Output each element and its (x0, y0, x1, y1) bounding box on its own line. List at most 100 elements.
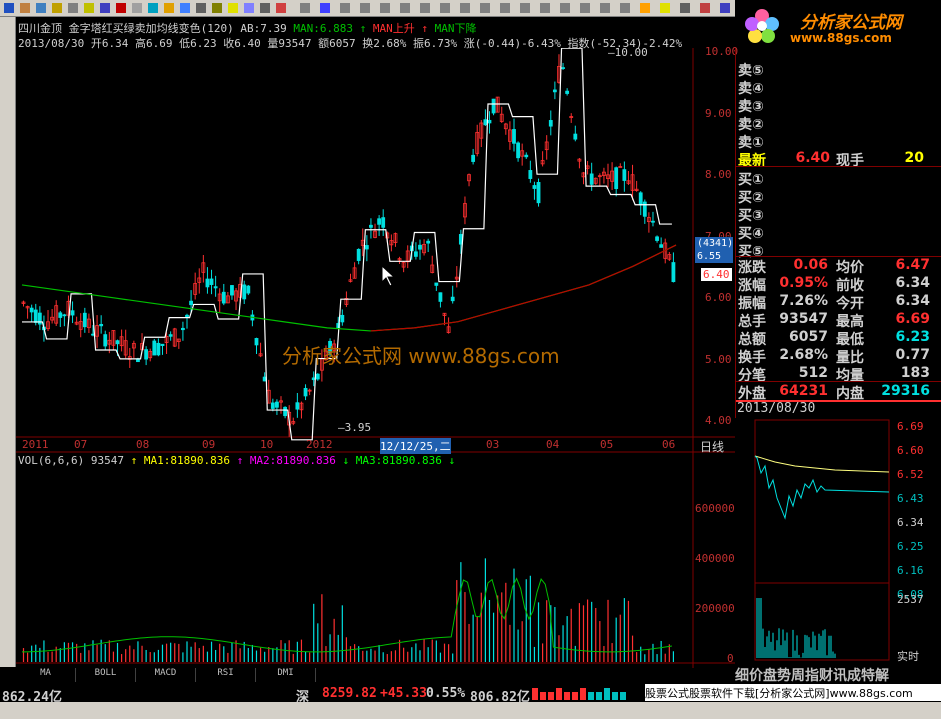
flag-icon (620, 3, 630, 13)
grid-icon (36, 3, 46, 13)
vol-label: VOL(6,6,6) 93547 (18, 454, 124, 467)
left-scrollbar[interactable] (0, 17, 16, 667)
stat-label: 今开 (836, 296, 864, 312)
ad-banner[interactable]: 股票公式股票软件下载[分析家公式网]www.88gs.com (645, 684, 941, 701)
chart-title-line: 四川金顶 金字塔红买绿卖加均线变色(120) AB:7.39 MAN:6.883… (18, 20, 476, 36)
logo-name: 分析家公式网 (800, 13, 902, 33)
ruler-icon (212, 3, 222, 13)
toolbar-icons[interactable] (0, 0, 735, 17)
candle-body (152, 340, 157, 356)
mini-date: 2013/08/30 (737, 401, 816, 416)
tab-macd[interactable]: MACD (136, 668, 196, 682)
volume-header: VOL(6,6,6) 93547 ↑ MA1:81890.836 ↑ MA2:8… (18, 454, 455, 467)
pen-icon (84, 3, 94, 13)
stat-value: 0.06 (793, 257, 828, 273)
candle-body (275, 401, 279, 408)
candle-body (434, 282, 439, 286)
buy-level: 买③ (738, 205, 934, 224)
info-tabs[interactable]: 细价盘势周指财讯成特解 (735, 665, 941, 684)
stat-value: 7.26% (779, 293, 828, 309)
candle-body (144, 349, 149, 360)
xianshou-value: 20 (904, 150, 924, 166)
candle-body (213, 286, 218, 289)
candle-body (524, 154, 529, 158)
line-icon (100, 3, 110, 13)
sz-pct: 0.55% (426, 686, 466, 701)
candle-body (230, 285, 234, 296)
man-down: MAN下降 (434, 22, 477, 35)
circle-icon (420, 3, 430, 13)
buy-level: 买④ (738, 223, 934, 242)
ad-bar (580, 688, 586, 700)
cycle-icon (500, 3, 510, 13)
stat-label: 最低 (836, 332, 864, 348)
date-tick: 09 (202, 438, 216, 451)
mini-avg-line (754, 455, 890, 473)
trend-icon (340, 3, 350, 13)
zoom-icon (20, 3, 30, 13)
xianshou-label: 现手 (836, 153, 864, 169)
candle-body (340, 314, 345, 323)
box-icon (580, 3, 590, 13)
date-tick: 04 (546, 438, 560, 451)
stat-value: 6.69 (895, 311, 930, 327)
mini-price-tick: 6.69 (897, 420, 924, 433)
mini-price-tick: 6.43 (897, 492, 924, 505)
candle-body (655, 236, 659, 241)
tab-boll[interactable]: BOLL (76, 668, 136, 682)
stat-value: 6.23 (895, 329, 930, 345)
tab-rsi[interactable]: RSI (196, 668, 256, 682)
wave-icon (260, 3, 270, 13)
outer-value: 64231 (779, 383, 828, 399)
print-icon (196, 3, 206, 13)
draw-icon (320, 3, 330, 13)
tab-ma[interactable]: MA (16, 668, 76, 682)
stat-value: 6057 (789, 329, 828, 345)
vol-ma3: MA3:81890.836 (355, 454, 442, 467)
candle-body (221, 291, 226, 304)
latest-label: 最新 (738, 153, 766, 169)
price-tick: 8.00 (705, 168, 732, 181)
erase-icon (680, 3, 690, 13)
candle-body (552, 89, 557, 93)
angle-icon (400, 3, 410, 13)
sell-level: 卖② (738, 114, 934, 133)
candle-body (356, 248, 361, 261)
intraday-mini-chart[interactable]: 6.696.606.526.436.346.256.166.082537实时 (735, 418, 941, 665)
stat-label: 量比 (836, 350, 864, 366)
stat-value: 6.34 (895, 275, 930, 291)
tab-dmi[interactable]: DMI (256, 668, 316, 682)
latest-price: 6.40 (795, 150, 830, 166)
stat-label: 前收 (836, 278, 864, 294)
mini-price-tick: 6.34 (897, 516, 924, 529)
date-axis: 2011 07 08 09 10 2012 12/12/25,二 03 04 05 06 日线 (16, 438, 735, 455)
ad-bar (532, 688, 538, 700)
ad-bars-icon (532, 688, 626, 700)
sell-level-label: 卖④ (738, 81, 764, 97)
candle-body (115, 340, 120, 345)
candle-body (283, 406, 288, 417)
volume-tick: 400000 (695, 552, 735, 565)
candle-body (156, 342, 161, 356)
inner-value: 29316 (881, 383, 930, 399)
step-line (22, 48, 672, 441)
tool-icon (148, 3, 158, 13)
candle-body (614, 167, 619, 190)
date-tick: 03 (486, 438, 500, 451)
stat-label: 总手 (738, 314, 766, 330)
price-tick: 6.00 (705, 291, 732, 304)
candle-body (315, 373, 320, 380)
candle-body (516, 142, 520, 159)
candle-body (369, 224, 373, 228)
candle-body (638, 192, 643, 206)
candle-body (160, 343, 165, 347)
candle-body (62, 314, 67, 317)
arc-icon (460, 3, 470, 13)
gear-icon (132, 3, 142, 13)
period-label[interactable]: 日线 (700, 438, 724, 455)
stat-value: 0.77 (895, 347, 930, 363)
candle-body (659, 244, 664, 248)
cursor-icon (244, 3, 254, 13)
mini-price-tick: 6.52 (897, 468, 924, 481)
candle-body (573, 133, 578, 140)
